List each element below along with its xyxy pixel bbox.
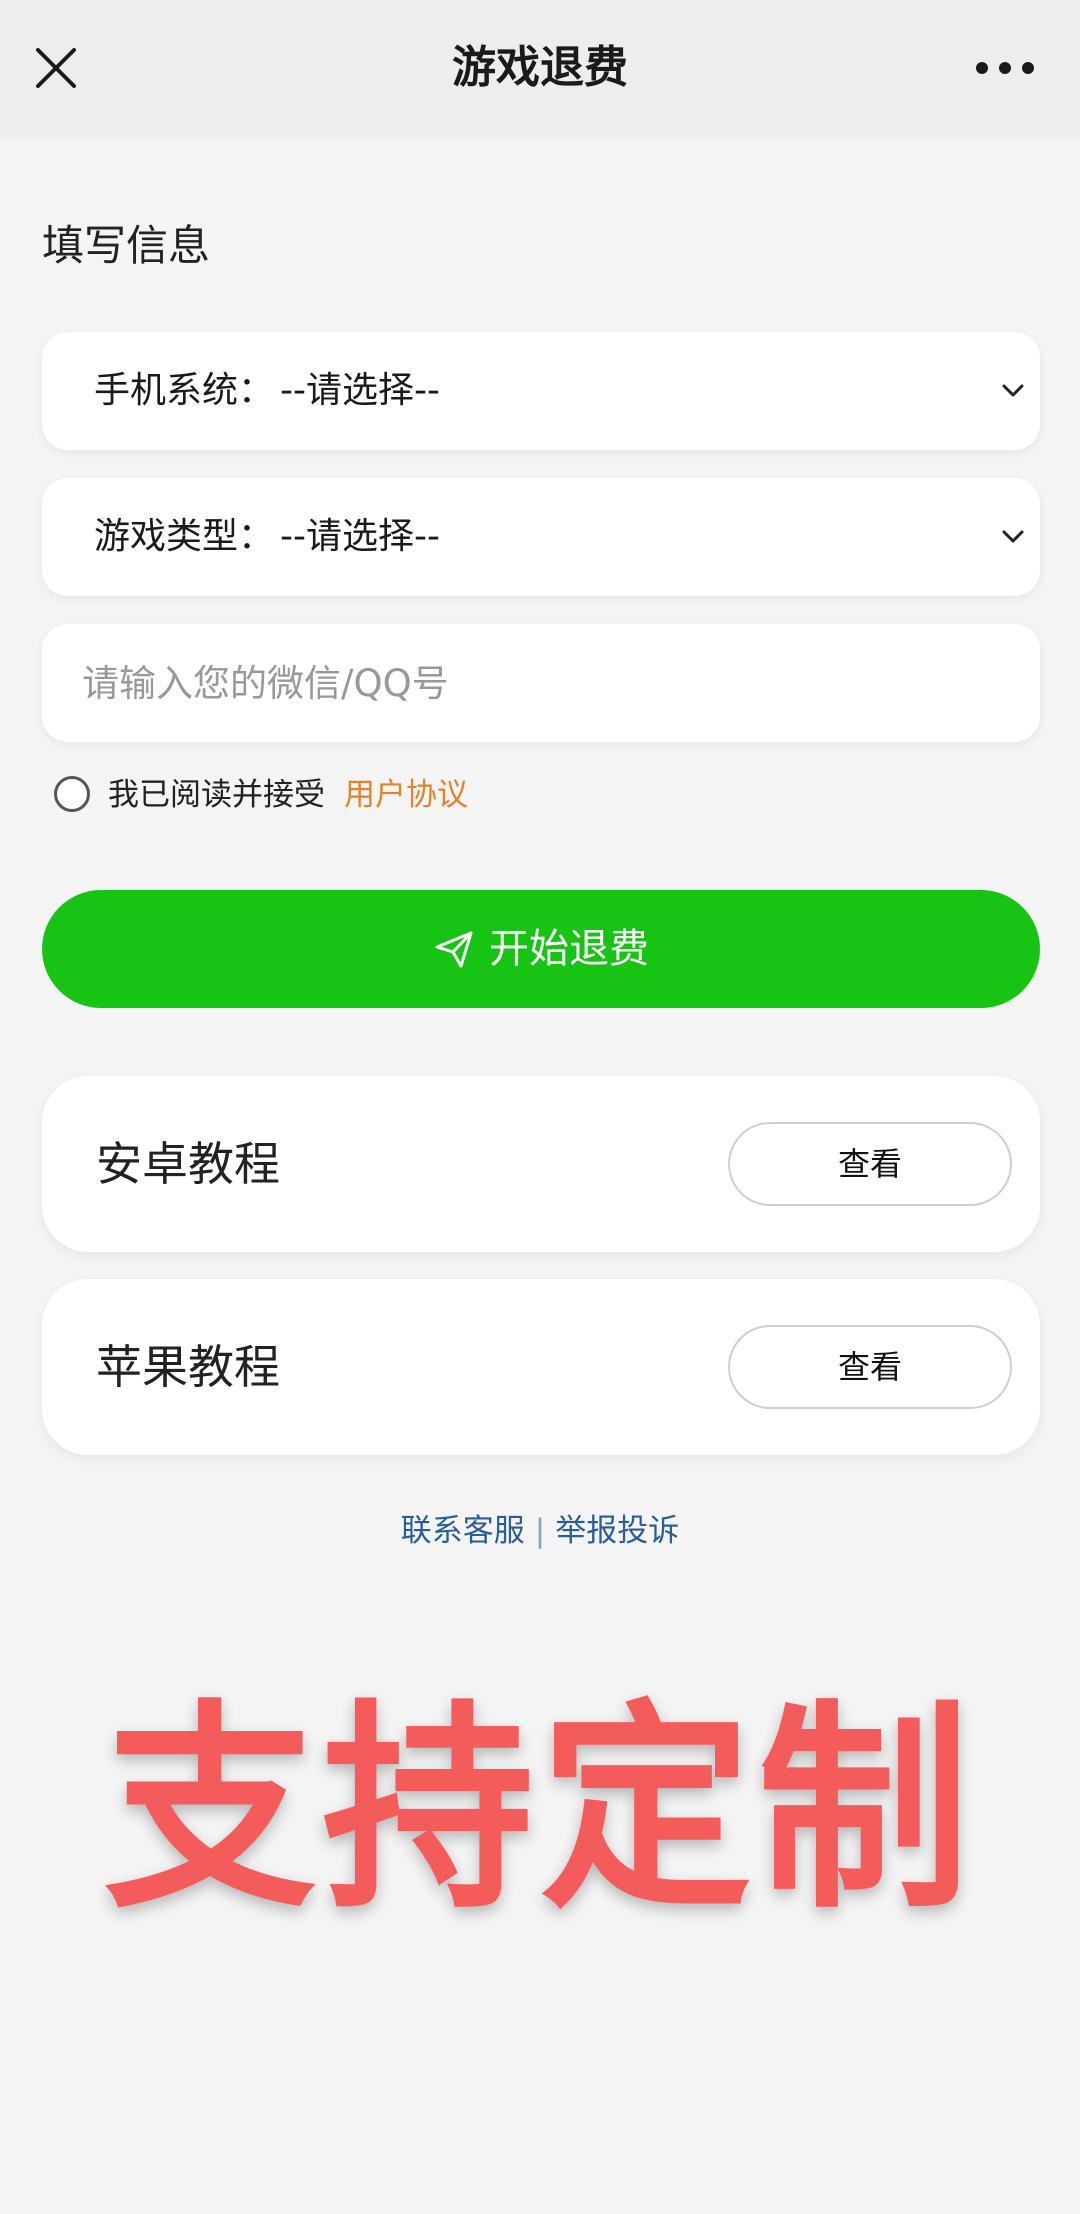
customization-watermark: 支持定制 [104,1681,976,1938]
account-field [42,624,1040,742]
section-title: 填写信息 [42,221,211,270]
agreement-text: 我已阅读并接受 [108,777,325,813]
account-input[interactable] [42,624,1040,742]
phone-system-value: --请选择-- [280,370,440,411]
android-tutorial-title: 安卓教程 [96,1137,280,1191]
android-tutorial-card: 安卓教程 查看 [42,1076,1040,1252]
chevron-down-icon [1002,530,1024,543]
user-agreement-link[interactable]: 用户协议 [344,772,468,818]
footer-links: 联系客服 | 举报投诉 [0,1508,1080,1554]
start-refund-label: 开始退费 [489,926,649,972]
send-icon [435,931,473,968]
report-complaint-link[interactable]: 举报投诉 [555,1513,679,1549]
top-bar: 游戏退费 [0,0,1080,137]
agreement-radio[interactable] [54,776,90,812]
page-title: 游戏退费 [452,42,628,93]
ios-tutorial-title: 苹果教程 [96,1340,280,1394]
chevron-down-icon [1002,384,1024,397]
phone-system-select[interactable]: 手机系统： --请选择-- [42,332,1040,450]
contact-service-link[interactable]: 联系客服 [401,1513,525,1549]
ios-tutorial-card: 苹果教程 查看 [42,1279,1040,1455]
phone-system-label: 手机系统： [94,370,275,411]
game-type-label: 游戏类型： [94,516,275,557]
game-type-select[interactable]: 游戏类型： --请选择-- [42,478,1040,596]
android-view-button[interactable]: 查看 [728,1122,1012,1206]
ios-view-button[interactable]: 查看 [728,1325,1012,1409]
more-icon[interactable] [970,48,1040,88]
start-refund-button[interactable]: 开始退费 [42,890,1040,1008]
footer-separator: | [534,1513,546,1549]
game-type-value: --请选择-- [280,516,440,557]
